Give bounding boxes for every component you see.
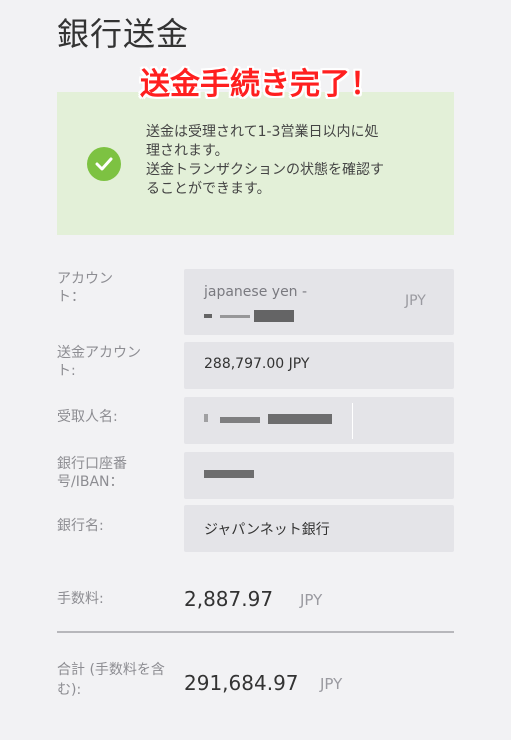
account-number-field[interactable] <box>184 452 454 499</box>
fee-currency: JPY <box>300 591 323 609</box>
account-currency: JPY <box>405 293 426 309</box>
account-label: アカウント： <box>57 271 113 305</box>
account-value: japanese yen - <box>204 284 308 300</box>
total-currency: JPY <box>320 675 343 693</box>
bank-label: 銀行名: <box>57 518 104 534</box>
amount-label: 送金アカウント: <box>57 345 141 379</box>
fee-value: 2,887.97 <box>184 587 274 611</box>
total-value: 291,684.97 <box>184 671 299 695</box>
bank-value: ジャパンネット銀行 <box>204 522 330 538</box>
text-cursor <box>352 403 353 439</box>
success-message: 送金は受理されて1-3営業日以内に処 理されます。 送金トランザクションの状態を… <box>146 124 384 197</box>
amount-field: 288,797.00 JPY <box>184 342 454 389</box>
redacted-block <box>204 314 212 318</box>
divider <box>57 631 454 633</box>
fee-label: 手数料: <box>57 591 104 607</box>
recipient-label: 受取人名: <box>57 409 118 425</box>
redacted-block <box>204 470 254 478</box>
account-number-label: 銀行口座番号/IBAN： <box>57 456 127 490</box>
redacted-block <box>220 417 260 423</box>
redacted-block <box>268 414 332 424</box>
check-circle-icon <box>87 147 121 181</box>
redacted-block <box>254 310 294 322</box>
amount-value: 288,797.00 JPY <box>204 356 310 372</box>
total-label: 合計 (手数料を含む): <box>57 662 165 698</box>
bank-field: ジャパンネット銀行 <box>184 505 454 552</box>
recipient-field[interactable] <box>184 397 454 444</box>
redacted-block <box>204 414 208 422</box>
page-title: 銀行送金 <box>57 15 190 53</box>
completion-caption: 送金手続き完了！ <box>140 67 380 102</box>
success-alert: 送金は受理されて1-3営業日以内に処 理されます。 送金トランザクションの状態を… <box>57 92 454 235</box>
account-select[interactable]: japanese yen - JPY <box>184 269 454 335</box>
redacted-block <box>220 315 250 318</box>
